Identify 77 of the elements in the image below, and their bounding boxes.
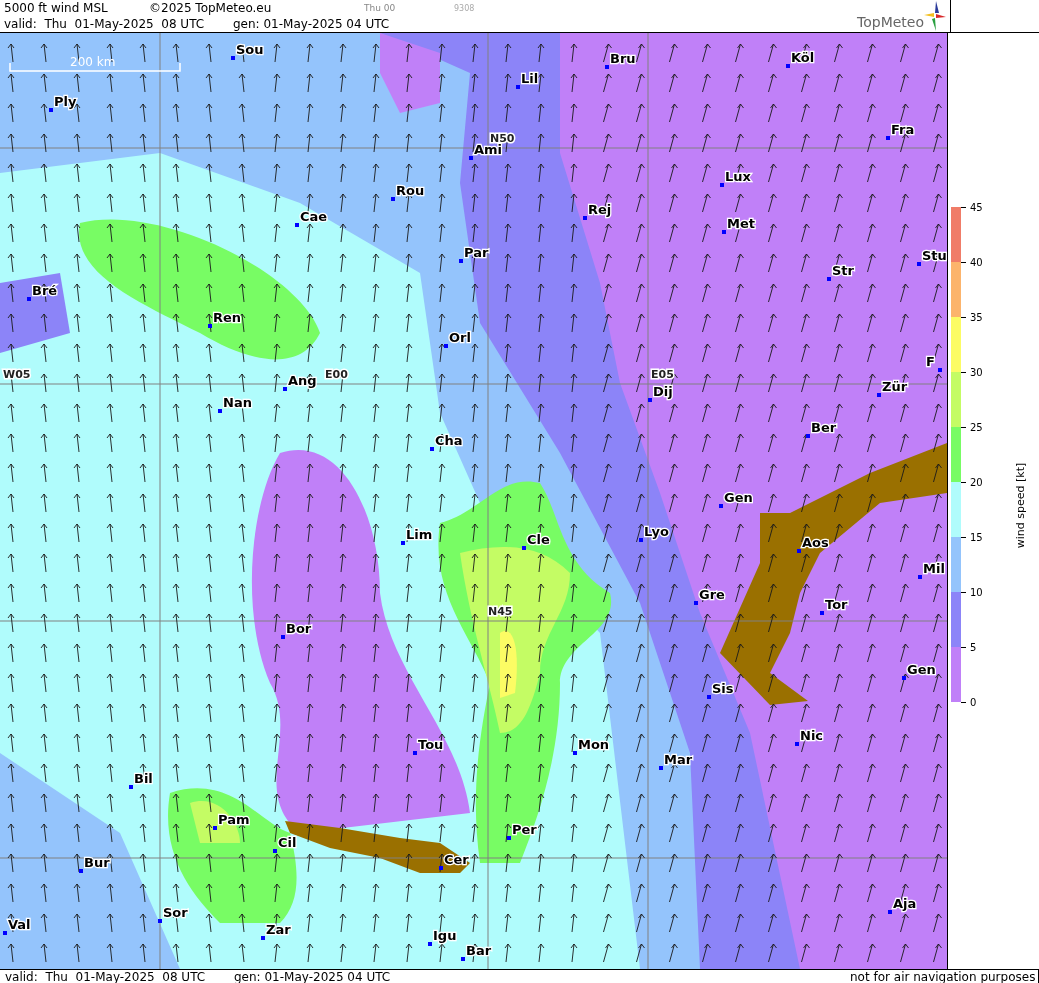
city-label: Fra [891, 122, 915, 137]
city-label: Bur [84, 855, 110, 870]
grid-label: E00 [325, 368, 348, 381]
city-label: Cae [300, 209, 328, 224]
city-label: Tor [825, 597, 848, 612]
city-label: Lim [406, 527, 433, 542]
generated-time: gen: 01-May-2025 04 UTC [234, 970, 391, 983]
city-label: Sis [712, 681, 734, 696]
city-label: Val [8, 917, 31, 932]
city-label: Lux [725, 169, 751, 184]
city-label: Met [727, 216, 755, 231]
city-label: Stu [922, 248, 947, 263]
city-label: Bor [286, 621, 312, 636]
city-label: Orl [449, 330, 471, 345]
tick-label: 30 [970, 366, 983, 378]
city-label: Gen [724, 490, 753, 505]
city-label: Pam [218, 812, 250, 827]
city-label: Sou [236, 42, 264, 57]
code-label: 9308 [454, 3, 475, 13]
city-label: F [926, 354, 935, 369]
city-label: Bil [134, 771, 153, 786]
tick-label: 25 [970, 421, 983, 433]
scale-label: 200 km [70, 55, 116, 69]
city-label: Lil [521, 71, 539, 86]
city-label: Gre [699, 587, 725, 602]
city-label: Rou [396, 183, 425, 198]
city-label: Ami [474, 142, 503, 157]
tick-label: 40 [970, 256, 983, 268]
tick-label: 20 [970, 476, 983, 488]
city-label: Ply [54, 94, 77, 109]
copyright-text: ©2025 TopMeteo.eu [149, 1, 273, 15]
grid-label: N45 [488, 605, 513, 618]
city-label: Zür [882, 379, 908, 394]
city-label: Nan [223, 395, 252, 410]
city-label: Str [832, 263, 854, 278]
tick-label: 45 [970, 201, 983, 213]
map-title: 5000 ft wind MSL [4, 1, 109, 15]
tick-label: 10 [970, 586, 983, 598]
city-label: Ren [213, 310, 242, 325]
city-label: Cha [435, 433, 463, 448]
city-label: Par [464, 245, 489, 260]
run-label: Thu 00 [364, 3, 397, 13]
city-label: Aos [802, 535, 829, 550]
legend-title: wind speed [kt] [1013, 461, 1027, 551]
city-label: Ang [288, 373, 317, 388]
city-label: Ber [811, 420, 837, 435]
city-label: Nic [800, 728, 824, 743]
city-label: Mon [578, 737, 610, 752]
tick-label: 15 [970, 531, 983, 543]
city-label: Köl [791, 50, 815, 65]
generated-time: gen: 01-May-2025 04 UTC [233, 17, 390, 31]
valid-time: valid: Thu 01-May-2025 08 UTC [4, 17, 206, 31]
grid-label: E05 [651, 368, 674, 381]
tick-label: 35 [970, 311, 983, 323]
valid-time: valid: Thu 01-May-2025 08 UTC [5, 970, 207, 983]
city-label: Cer [444, 852, 469, 867]
city-label: Gen [907, 662, 936, 677]
city-label: Bar [466, 943, 492, 958]
city-label: Rej [588, 202, 612, 217]
grid-label: W05 [3, 368, 31, 381]
logo-text: TopMeteo [857, 14, 924, 30]
tick-label: 0 [970, 696, 977, 708]
city-label: Cle [527, 532, 550, 547]
tick-label: 5 [970, 641, 977, 653]
compass-star-icon [924, 1, 946, 31]
disclaimer-text: not for air navigation purposes [850, 970, 1039, 983]
city-label: Bré [32, 283, 58, 298]
city-label: Mil [923, 561, 945, 576]
city-label: Dij [653, 384, 673, 399]
city-label: Tou [418, 737, 444, 752]
city-label: Aja [893, 896, 917, 911]
city-label: Zar [266, 922, 291, 937]
city-label: Igu [433, 928, 457, 943]
city-label: Bru [610, 51, 636, 66]
city-label: Mar [664, 752, 693, 767]
city-label: Lyo [644, 524, 669, 539]
city-label: Sor [163, 905, 188, 920]
